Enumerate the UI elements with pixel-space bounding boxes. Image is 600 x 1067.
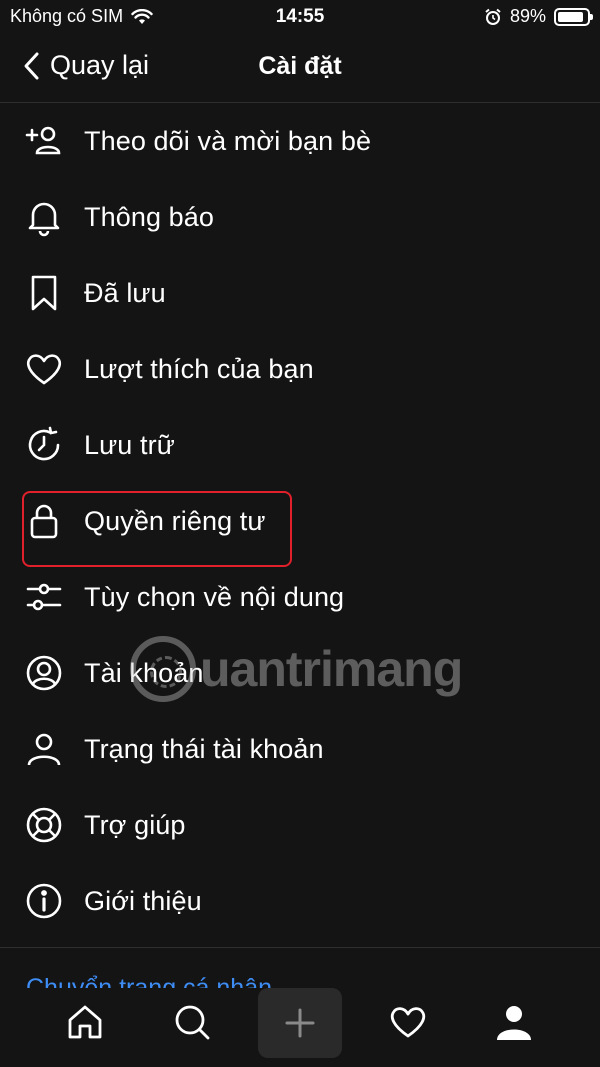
divider	[0, 947, 600, 948]
menu-item-saved[interactable]: Đã lưu	[0, 255, 600, 331]
tab-bar	[0, 988, 600, 1067]
archive-clock-icon	[24, 425, 64, 465]
person-icon	[24, 729, 64, 769]
home-icon	[68, 1005, 102, 1039]
menu-item-label: Lưu trữ	[84, 429, 175, 460]
menu-item-archive[interactable]: Lưu trữ	[0, 407, 600, 483]
page-title: Cài đặt	[258, 52, 342, 80]
watermark-text: uantrimang	[200, 641, 463, 697]
menu-item-help[interactable]: Trợ giúp	[0, 787, 600, 863]
menu-item-notifications[interactable]: Thông báo	[0, 179, 600, 255]
tab-home[interactable]	[55, 992, 115, 1052]
watermark-logo	[130, 636, 196, 702]
alarm-icon	[485, 8, 501, 25]
profile-icon	[497, 1006, 531, 1040]
sliders-icon	[24, 577, 64, 617]
bookmark-icon	[24, 273, 64, 313]
menu-item-label: Giới thiệu	[84, 885, 202, 916]
watermark: uantrimang	[130, 636, 463, 702]
plus-icon	[285, 1008, 315, 1038]
tab-profile[interactable]	[484, 992, 544, 1052]
status-bar: Không có SIM 14:55 89%	[0, 0, 600, 34]
menu-item-account-status[interactable]: Trạng thái tài khoản	[0, 711, 600, 787]
menu-item-likes[interactable]: Lượt thích của bạn	[0, 331, 600, 407]
heart-icon	[24, 349, 64, 389]
heart-icon	[390, 1007, 426, 1038]
menu-item-label: Lượt thích của bạn	[84, 353, 314, 384]
nav-header: Quay lại Cài đặt	[0, 34, 600, 103]
tab-create[interactable]	[258, 988, 342, 1058]
switch-profile-link[interactable]: Chuyển trang cá nhân	[26, 970, 272, 988]
highlight-box	[22, 491, 292, 567]
menu-item-content-prefs[interactable]: Tùy chọn về nội dung	[0, 559, 600, 635]
lifebuoy-icon	[24, 805, 64, 845]
menu-item-label: Theo dõi và mời bạn bè	[84, 125, 372, 156]
menu-item-about[interactable]: Giới thiệu	[0, 863, 600, 939]
tab-search[interactable]	[162, 992, 222, 1052]
menu-item-label: Thông báo	[84, 201, 215, 232]
info-icon	[24, 881, 64, 921]
menu-item-label: Tùy chọn về nội dung	[84, 581, 345, 612]
bell-icon	[24, 197, 64, 237]
tab-activity[interactable]	[378, 992, 438, 1052]
menu-item-label: Trợ giúp	[84, 809, 186, 840]
search-icon	[175, 1005, 210, 1040]
battery-percent: 89%	[509, 6, 546, 26]
menu-item-label: Trạng thái tài khoản	[84, 733, 324, 764]
battery-icon	[554, 7, 593, 26]
add-person-icon	[24, 121, 64, 161]
menu-item-follow-invite[interactable]: Theo dõi và mời bạn bè	[0, 103, 600, 179]
account-circle-icon	[24, 653, 64, 693]
menu-item-label: Đã lưu	[84, 277, 166, 308]
